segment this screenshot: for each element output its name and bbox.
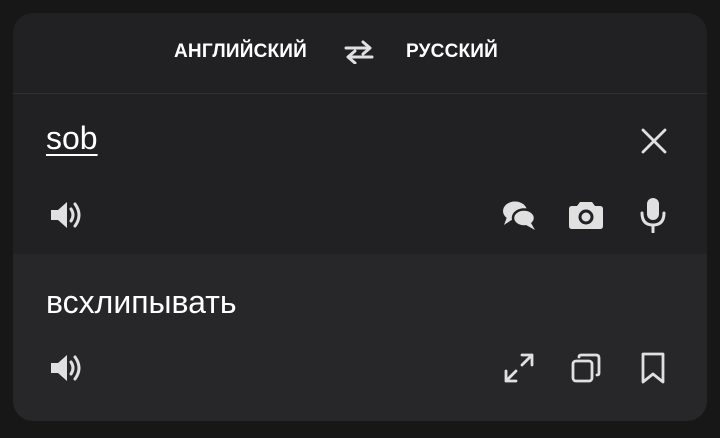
- bookmark-icon: [641, 352, 665, 384]
- copy-icon: [571, 353, 601, 383]
- microphone-icon: [640, 198, 666, 233]
- bookmark-button[interactable]: [631, 346, 675, 390]
- copy-button[interactable]: [564, 346, 608, 390]
- speak-translation-button[interactable]: [44, 346, 88, 390]
- camera-icon: [569, 202, 603, 229]
- translator-card: АНГЛИЙСКИЙ РУССКИЙ sob всхлипывать: [13, 13, 707, 421]
- translation-text: всхлипывать: [46, 284, 237, 320]
- microphone-button[interactable]: [631, 193, 675, 237]
- swap-arrows-icon: [344, 40, 374, 64]
- conversation-button[interactable]: [497, 193, 541, 237]
- speaker-icon: [51, 202, 81, 228]
- clear-input-button[interactable]: [632, 119, 676, 163]
- camera-button[interactable]: [564, 193, 608, 237]
- speak-source-button[interactable]: [44, 193, 88, 237]
- translation-output-area: всхлипывать: [13, 254, 707, 421]
- fullscreen-button[interactable]: [497, 346, 541, 390]
- conversation-icon: [503, 201, 537, 230]
- source-text[interactable]: sob: [46, 120, 98, 157]
- language-bar: АНГЛИЙСКИЙ РУССКИЙ: [13, 13, 707, 94]
- target-language-button[interactable]: РУССКИЙ: [406, 41, 498, 63]
- swap-languages-button[interactable]: [339, 35, 379, 69]
- expand-icon: [504, 353, 534, 383]
- speaker-icon: [51, 355, 81, 381]
- source-language-button[interactable]: АНГЛИЙСКИЙ: [174, 41, 307, 63]
- source-input-area[interactable]: sob: [13, 94, 707, 254]
- close-icon: [641, 128, 667, 154]
